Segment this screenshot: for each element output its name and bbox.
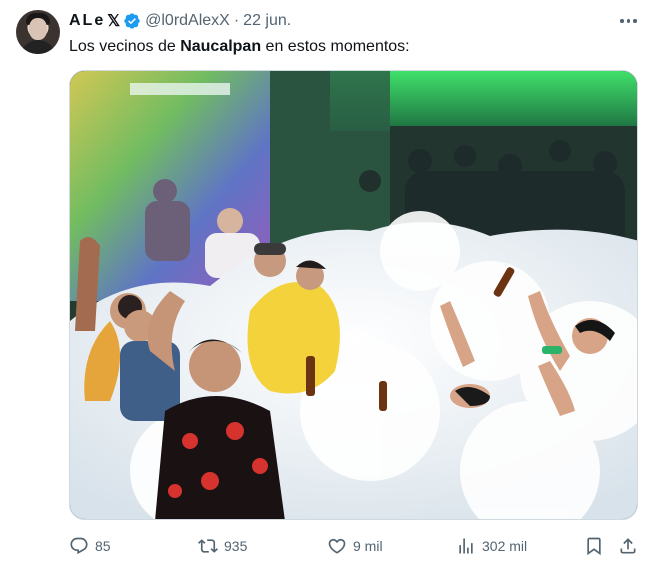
verified-badge-icon — [124, 13, 140, 29]
tweet-text: Los vecinos de Naucalpan en estos moment… — [69, 37, 410, 57]
like-icon — [328, 538, 346, 554]
like-button[interactable]: 9 mil — [327, 534, 383, 558]
separator: · — [233, 12, 240, 29]
retweet-button[interactable]: 935 — [198, 534, 247, 558]
tweet-media-photo[interactable] — [69, 70, 638, 520]
more-icon[interactable] — [618, 11, 638, 31]
photo-foam-party — [70, 71, 637, 519]
reply-button[interactable]: 85 — [69, 534, 111, 558]
timestamp[interactable]: 22 jun. — [243, 12, 291, 30]
author-name-suffix[interactable]: 𝕏 — [107, 11, 120, 31]
share-button[interactable] — [618, 534, 638, 558]
views-count: 302 mil — [482, 538, 528, 554]
views-button[interactable]: 302 mil — [456, 534, 527, 558]
share-icon — [620, 538, 636, 554]
tweet-text-before: Los vecinos de — [69, 38, 181, 55]
views-icon — [459, 538, 473, 554]
reply-icon — [70, 537, 88, 555]
tweet-text-bold: Naucalpan — [180, 38, 262, 55]
tweet-header: ALe 𝕏 @l0rdAlexX · 22 jun. — [69, 11, 291, 31]
retweet-icon — [198, 539, 218, 553]
action-bar: 85 935 9 mil 302 mil — [69, 534, 641, 558]
avatar[interactable] — [16, 10, 60, 54]
bookmark-button[interactable] — [584, 534, 604, 558]
bookmark-icon — [587, 537, 601, 556]
author-name[interactable]: ALe — [69, 12, 105, 30]
tweet-text-after: en estos momentos: — [261, 38, 410, 55]
reply-count: 85 — [95, 538, 111, 554]
like-count: 9 mil — [353, 538, 383, 554]
tweet-card[interactable]: ALe 𝕏 @l0rdAlexX · 22 jun. Los vecinos d… — [0, 0, 656, 572]
author-handle[interactable]: @l0rdAlexX — [145, 12, 230, 30]
retweet-count: 935 — [224, 538, 248, 554]
